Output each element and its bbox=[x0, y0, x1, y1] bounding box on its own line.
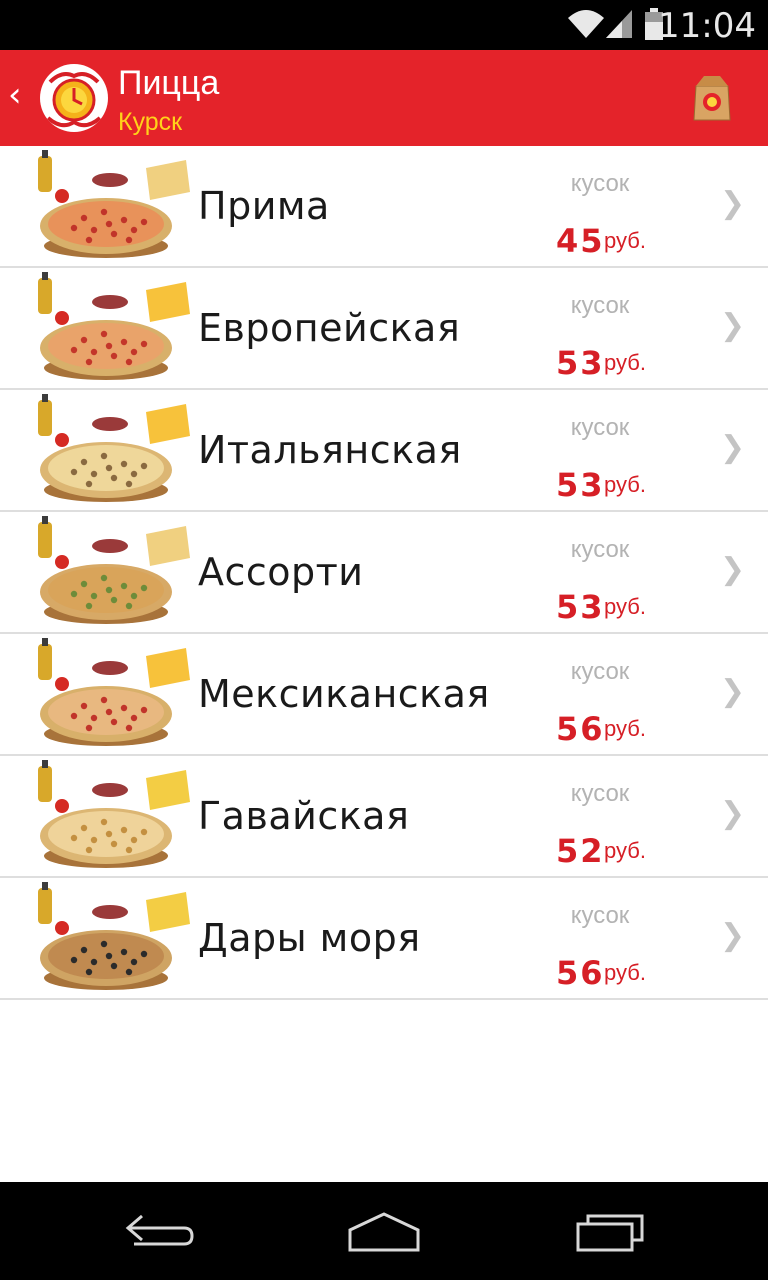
pizza-price: 45 bbox=[556, 222, 605, 260]
pizza-name: Гавайская bbox=[198, 794, 410, 838]
pizza-currency: руб. bbox=[604, 838, 646, 863]
pizza-unit: кусок bbox=[570, 658, 630, 685]
pizza-price: 53 bbox=[556, 466, 605, 504]
screen-title: Пицца bbox=[118, 64, 220, 102]
pizza-name: Итальянская bbox=[198, 428, 462, 472]
status-bar: 11:04 bbox=[0, 0, 768, 50]
chevron-right-icon: ❯ bbox=[720, 674, 746, 709]
chevron-right-icon: ❯ bbox=[720, 430, 746, 465]
recent-apps-nav-icon[interactable] bbox=[572, 1208, 652, 1256]
pizza-price: 52 bbox=[556, 832, 605, 870]
chevron-right-icon: ❯ bbox=[720, 796, 746, 831]
pizza-unit: кусок bbox=[570, 292, 630, 319]
chevron-right-icon: ❯ bbox=[720, 918, 746, 953]
chevron-right-icon: ❯ bbox=[720, 552, 746, 587]
pizza-image bbox=[14, 394, 196, 508]
pizza-price: 53 bbox=[556, 344, 605, 382]
pizza-name: Европейская bbox=[198, 306, 461, 350]
back-nav-icon[interactable] bbox=[120, 1208, 200, 1256]
home-nav-icon[interactable] bbox=[344, 1208, 424, 1256]
pizza-unit: кусок bbox=[570, 902, 630, 929]
pizza-currency: руб. bbox=[604, 472, 646, 497]
navigation-bar bbox=[0, 1182, 768, 1280]
pizza-price: 56 bbox=[556, 954, 605, 992]
city-subtitle: Курск bbox=[118, 108, 183, 136]
chevron-right-icon: ❯ bbox=[720, 308, 746, 343]
signal-icon bbox=[606, 10, 632, 38]
status-time: 11:04 bbox=[658, 6, 756, 46]
pizza-name: Мексиканская bbox=[198, 672, 490, 716]
pizza-unit: кусок bbox=[570, 780, 630, 807]
pizza-unit: кусок bbox=[570, 414, 630, 441]
pizza-currency: руб. bbox=[604, 716, 646, 741]
pizza-row[interactable]: Прима кусок 45 руб. ❯ bbox=[0, 146, 768, 268]
shopping-bag-icon[interactable] bbox=[692, 72, 732, 122]
pizza-row[interactable]: Ассорти кусок 53 руб. ❯ bbox=[0, 512, 768, 634]
pizza-currency: руб. bbox=[604, 228, 646, 253]
pizza-row[interactable]: Европейская кусок 53 руб. ❯ bbox=[0, 268, 768, 390]
pizza-name: Прима bbox=[198, 184, 330, 228]
chevron-right-icon: ❯ bbox=[720, 186, 746, 221]
pizza-currency: руб. bbox=[604, 960, 646, 985]
pizza-name: Дары моря bbox=[198, 916, 421, 960]
pizza-row[interactable]: Гавайская кусок 52 руб. ❯ bbox=[0, 756, 768, 878]
pizza-row[interactable]: Дары моря кусок 56 руб. ❯ bbox=[0, 878, 768, 1000]
pizza-name: Ассорти bbox=[198, 550, 364, 594]
action-bar: ‹ Пицца Курск bbox=[0, 50, 768, 146]
wifi-icon bbox=[568, 10, 604, 38]
pizza-image bbox=[14, 516, 196, 630]
pizza-image bbox=[14, 638, 196, 752]
pizza-price: 53 bbox=[556, 588, 605, 626]
pizza-unit: кусок bbox=[570, 536, 630, 563]
pizza-image bbox=[14, 760, 196, 874]
pizza-image bbox=[14, 272, 196, 386]
pizza-row[interactable]: Мексиканская кусок 56 руб. ❯ bbox=[0, 634, 768, 756]
pizza-currency: руб. bbox=[604, 594, 646, 619]
pizza-unit: кусок bbox=[570, 170, 630, 197]
pizza-image bbox=[14, 150, 196, 264]
pizza-currency: руб. bbox=[604, 350, 646, 375]
pizza-price: 56 bbox=[556, 710, 605, 748]
back-chevron-icon[interactable]: ‹ bbox=[8, 78, 22, 112]
app-logo[interactable] bbox=[40, 64, 108, 132]
pizza-row[interactable]: Итальянская кусок 53 руб. ❯ bbox=[0, 390, 768, 512]
pizza-image bbox=[14, 882, 196, 996]
pizza-list: Прима кусок 45 руб. ❯ Европейская кусок … bbox=[0, 146, 768, 1182]
